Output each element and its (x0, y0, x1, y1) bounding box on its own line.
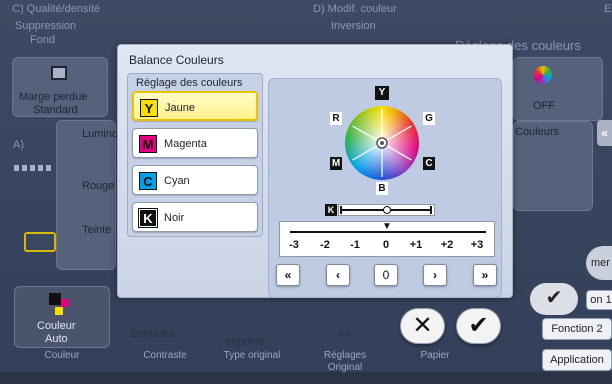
section-e-header: E (604, 3, 612, 15)
black-level-slider[interactable] (338, 204, 435, 216)
tab-couleur: Couleur (44, 350, 80, 361)
close-icon: ✕ (412, 312, 433, 339)
bg-standard: Standard (33, 104, 78, 116)
section-c-header: C) Qualité/densité (12, 3, 101, 15)
color-label-jaune: Jaune (165, 102, 195, 114)
bg-couleur: Couleur (37, 320, 76, 332)
collapse-panel-icon: « (597, 120, 612, 146)
cancel-button[interactable]: ✕ (400, 308, 445, 344)
bg-mer: mer (591, 257, 610, 269)
first-step-button[interactable]: « (276, 264, 300, 286)
color-button-magenta[interactable]: M Magenta (132, 128, 258, 158)
bg-couleurs: Couleurs (515, 126, 560, 138)
black-level-right-cap (430, 206, 432, 214)
color-label-cyan: Cyan (164, 175, 190, 187)
scale-tick-minus2: -2 (320, 239, 330, 251)
black-icon: K (138, 208, 158, 228)
tab-original: Original (327, 362, 363, 373)
color-mode-icon (49, 293, 61, 305)
section-d-header: D) Modif. couleur (313, 3, 397, 15)
bg-imprime: Imprimé (225, 336, 265, 348)
bg-couleur-auto-tile: Couleur Auto (14, 286, 110, 348)
bg-off: OFF (533, 100, 555, 112)
bg-dots (14, 165, 54, 171)
black-level-left-cap (340, 206, 342, 214)
color-label-noir: Noir (164, 212, 185, 224)
chevron-left-icon: ‹ (336, 268, 340, 282)
bg-marge-perdue-tile: Marge perdue Standard (12, 57, 108, 117)
next-step-button[interactable]: › (423, 264, 447, 286)
color-label-magenta: Magenta (164, 138, 207, 150)
scale-tick-minus3: -3 (289, 239, 299, 251)
bg-teinte: Teinte (82, 224, 112, 236)
bg-auto: Auto (45, 333, 68, 345)
bg-selected-slider (24, 232, 56, 252)
fonction-1-button: on 1 (586, 290, 612, 310)
color-mode-yellow (55, 307, 63, 315)
yellow-icon: Y (140, 99, 158, 117)
bg-marge-perdue: Marge perdue (19, 91, 88, 103)
bg-inversion: Inversion (331, 20, 376, 32)
scale-tick-0: 0 (382, 239, 390, 251)
wheel-label-magenta: M (330, 157, 342, 170)
bg-ok-check-icon: ✔ (530, 283, 578, 315)
color-mode-magenta (61, 299, 69, 307)
bg-rouge: Rouge (82, 180, 115, 192)
black-level-icon: K (325, 204, 337, 216)
bg-suppression: Suppression (15, 20, 77, 32)
application-button: Application (542, 349, 612, 371)
color-wheel-icon (534, 66, 552, 84)
bg-a4: A4 (338, 328, 352, 340)
scale-tick-plus3: +3 (470, 239, 484, 251)
document-icon (51, 66, 67, 80)
fonction-2-button: Fonction 2 (542, 318, 612, 340)
scale-tick-plus2: +2 (440, 239, 454, 251)
bg-off-tile: OFF (513, 57, 603, 121)
color-button-jaune[interactable]: Y Jaune (132, 91, 258, 121)
check-icon: ✔ (468, 312, 489, 339)
cyan-icon: C (139, 172, 157, 190)
dialog-title: Balance Couleurs (129, 53, 224, 67)
double-right-icon: » (481, 268, 489, 282)
balance-value-display: 0 (374, 264, 398, 286)
bg-lumino: Lumino (82, 128, 119, 140)
chevron-right-icon: › (433, 268, 437, 282)
bg-tile-standard: Standard (130, 328, 175, 340)
magenta-icon: M (139, 135, 157, 153)
ok-button[interactable]: ✔ (456, 308, 501, 344)
tab-contraste: Contraste (143, 350, 187, 361)
double-left-icon: « (284, 268, 292, 282)
wheel-label-blue: B (376, 182, 388, 195)
last-step-button[interactable]: » (473, 264, 497, 286)
wheel-label-cyan: C (423, 157, 435, 170)
balance-value: 0 (382, 268, 390, 282)
scale-tick-minus1: -1 (350, 239, 360, 251)
bg-couleurs-panel: Couleurs (513, 121, 593, 211)
prev-step-button[interactable]: ‹ (326, 264, 350, 286)
tab-papier: Papier (420, 350, 450, 361)
color-button-noir[interactable]: K Noir (132, 202, 258, 232)
wheel-label-yellow: Y (375, 86, 389, 100)
bg-fond: Fond (30, 34, 56, 46)
bg-round-edge: mer (586, 246, 612, 280)
black-level-handle[interactable] (383, 206, 391, 214)
color-button-cyan[interactable]: C Cyan (132, 165, 258, 195)
tab-type-original: Type original (223, 350, 281, 361)
bg-adjust-panel: Lumino Rouge Teinte (56, 120, 119, 270)
wheel-label-green: G (423, 112, 435, 125)
color-selection-panel: Réglage des couleurs Y Jaune M Magenta C… (127, 73, 263, 237)
wheel-label-red: R (330, 112, 342, 125)
scale-tick-plus1: +1 (409, 239, 423, 251)
bg-a-label: A) (13, 139, 24, 151)
color-wheel-overlay (346, 107, 418, 179)
balance-pointer-icon: ▼ (382, 221, 392, 232)
color-selection-title: Réglage des couleurs (136, 77, 243, 89)
